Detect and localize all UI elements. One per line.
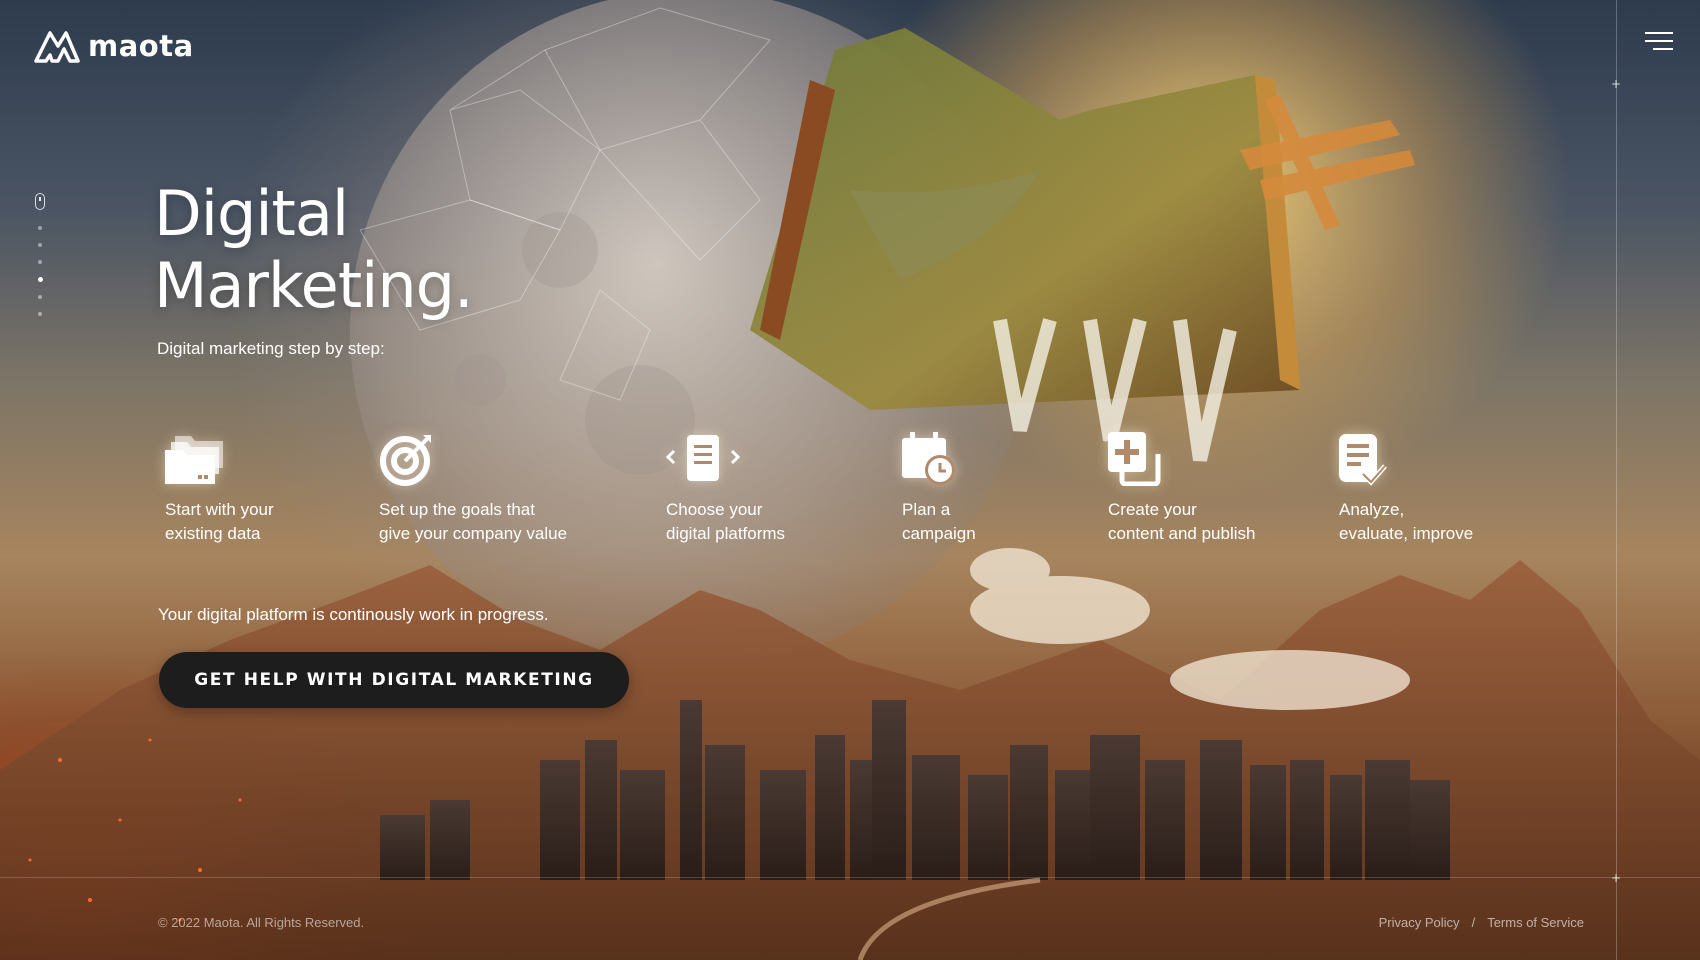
copyright-text: © 2022 Maota. All Rights Reserved. xyxy=(158,915,365,930)
title-line: Marketing. xyxy=(154,249,474,322)
privacy-policy-link[interactable]: Privacy Policy xyxy=(1379,915,1460,930)
step-item: Create your content and publish xyxy=(1108,430,1255,546)
maota-logo-icon xyxy=(34,31,80,63)
brand-name: maota xyxy=(88,29,194,63)
hamburger-line xyxy=(1645,32,1673,34)
title-line: Digital xyxy=(154,177,349,250)
section-dot[interactable] xyxy=(38,260,42,264)
section-dot[interactable] xyxy=(38,312,42,316)
document-carousel-icon xyxy=(666,435,740,481)
target-icon xyxy=(380,435,431,486)
add-content-icon xyxy=(1108,432,1161,486)
page-title: Digital Marketing. xyxy=(154,177,474,322)
scroll-mouse-icon xyxy=(35,193,45,210)
step-label: Set up the goals that give your company … xyxy=(379,500,568,543)
hamburger-line xyxy=(1653,48,1673,50)
get-help-button[interactable]: GET HELP WITH DIGITAL MARKETING xyxy=(159,652,629,708)
section-dot[interactable] xyxy=(38,295,42,299)
brand-logo[interactable]: maota xyxy=(34,28,194,64)
step-item: Set up the goals that give your company … xyxy=(379,430,567,546)
step-item: Plan a campaign xyxy=(902,430,976,546)
hero-subtitle: Digital marketing step by step: xyxy=(157,339,385,358)
frame-cross-marker: + xyxy=(1611,871,1622,885)
footer-separator: / xyxy=(1471,915,1476,930)
section-dot[interactable] xyxy=(38,243,42,247)
step-label: Create your content and publish xyxy=(1108,500,1256,543)
checklist-icon xyxy=(1339,434,1387,486)
section-nav xyxy=(34,193,46,329)
steps-row: Start with your existing data Set up the… xyxy=(0,430,1700,550)
step-label: Choose your digital platforms xyxy=(666,500,786,543)
menu-button[interactable] xyxy=(1645,32,1673,52)
step-item: Analyze, evaluate, improve xyxy=(1339,430,1473,546)
hamburger-line xyxy=(1645,40,1673,42)
terms-of-service-link[interactable]: Terms of Service xyxy=(1487,915,1584,930)
frame-horizontal-line xyxy=(0,877,1700,878)
footer-links: Privacy Policy / Terms of Service xyxy=(1379,915,1584,930)
folders-icon xyxy=(165,436,223,484)
progress-note: Your digital platform is continously wor… xyxy=(158,605,549,624)
calendar-clock-icon xyxy=(902,432,955,485)
section-dot-active[interactable] xyxy=(37,277,43,282)
step-item: Choose your digital platforms xyxy=(666,430,785,546)
step-label: Start with your existing data xyxy=(165,500,274,543)
section-dot[interactable] xyxy=(38,226,42,230)
step-label: Analyze, evaluate, improve xyxy=(1339,500,1474,543)
step-item: Start with your existing data xyxy=(165,430,274,546)
step-label: Plan a campaign xyxy=(902,500,976,543)
frame-cross-marker: + xyxy=(1611,77,1622,91)
